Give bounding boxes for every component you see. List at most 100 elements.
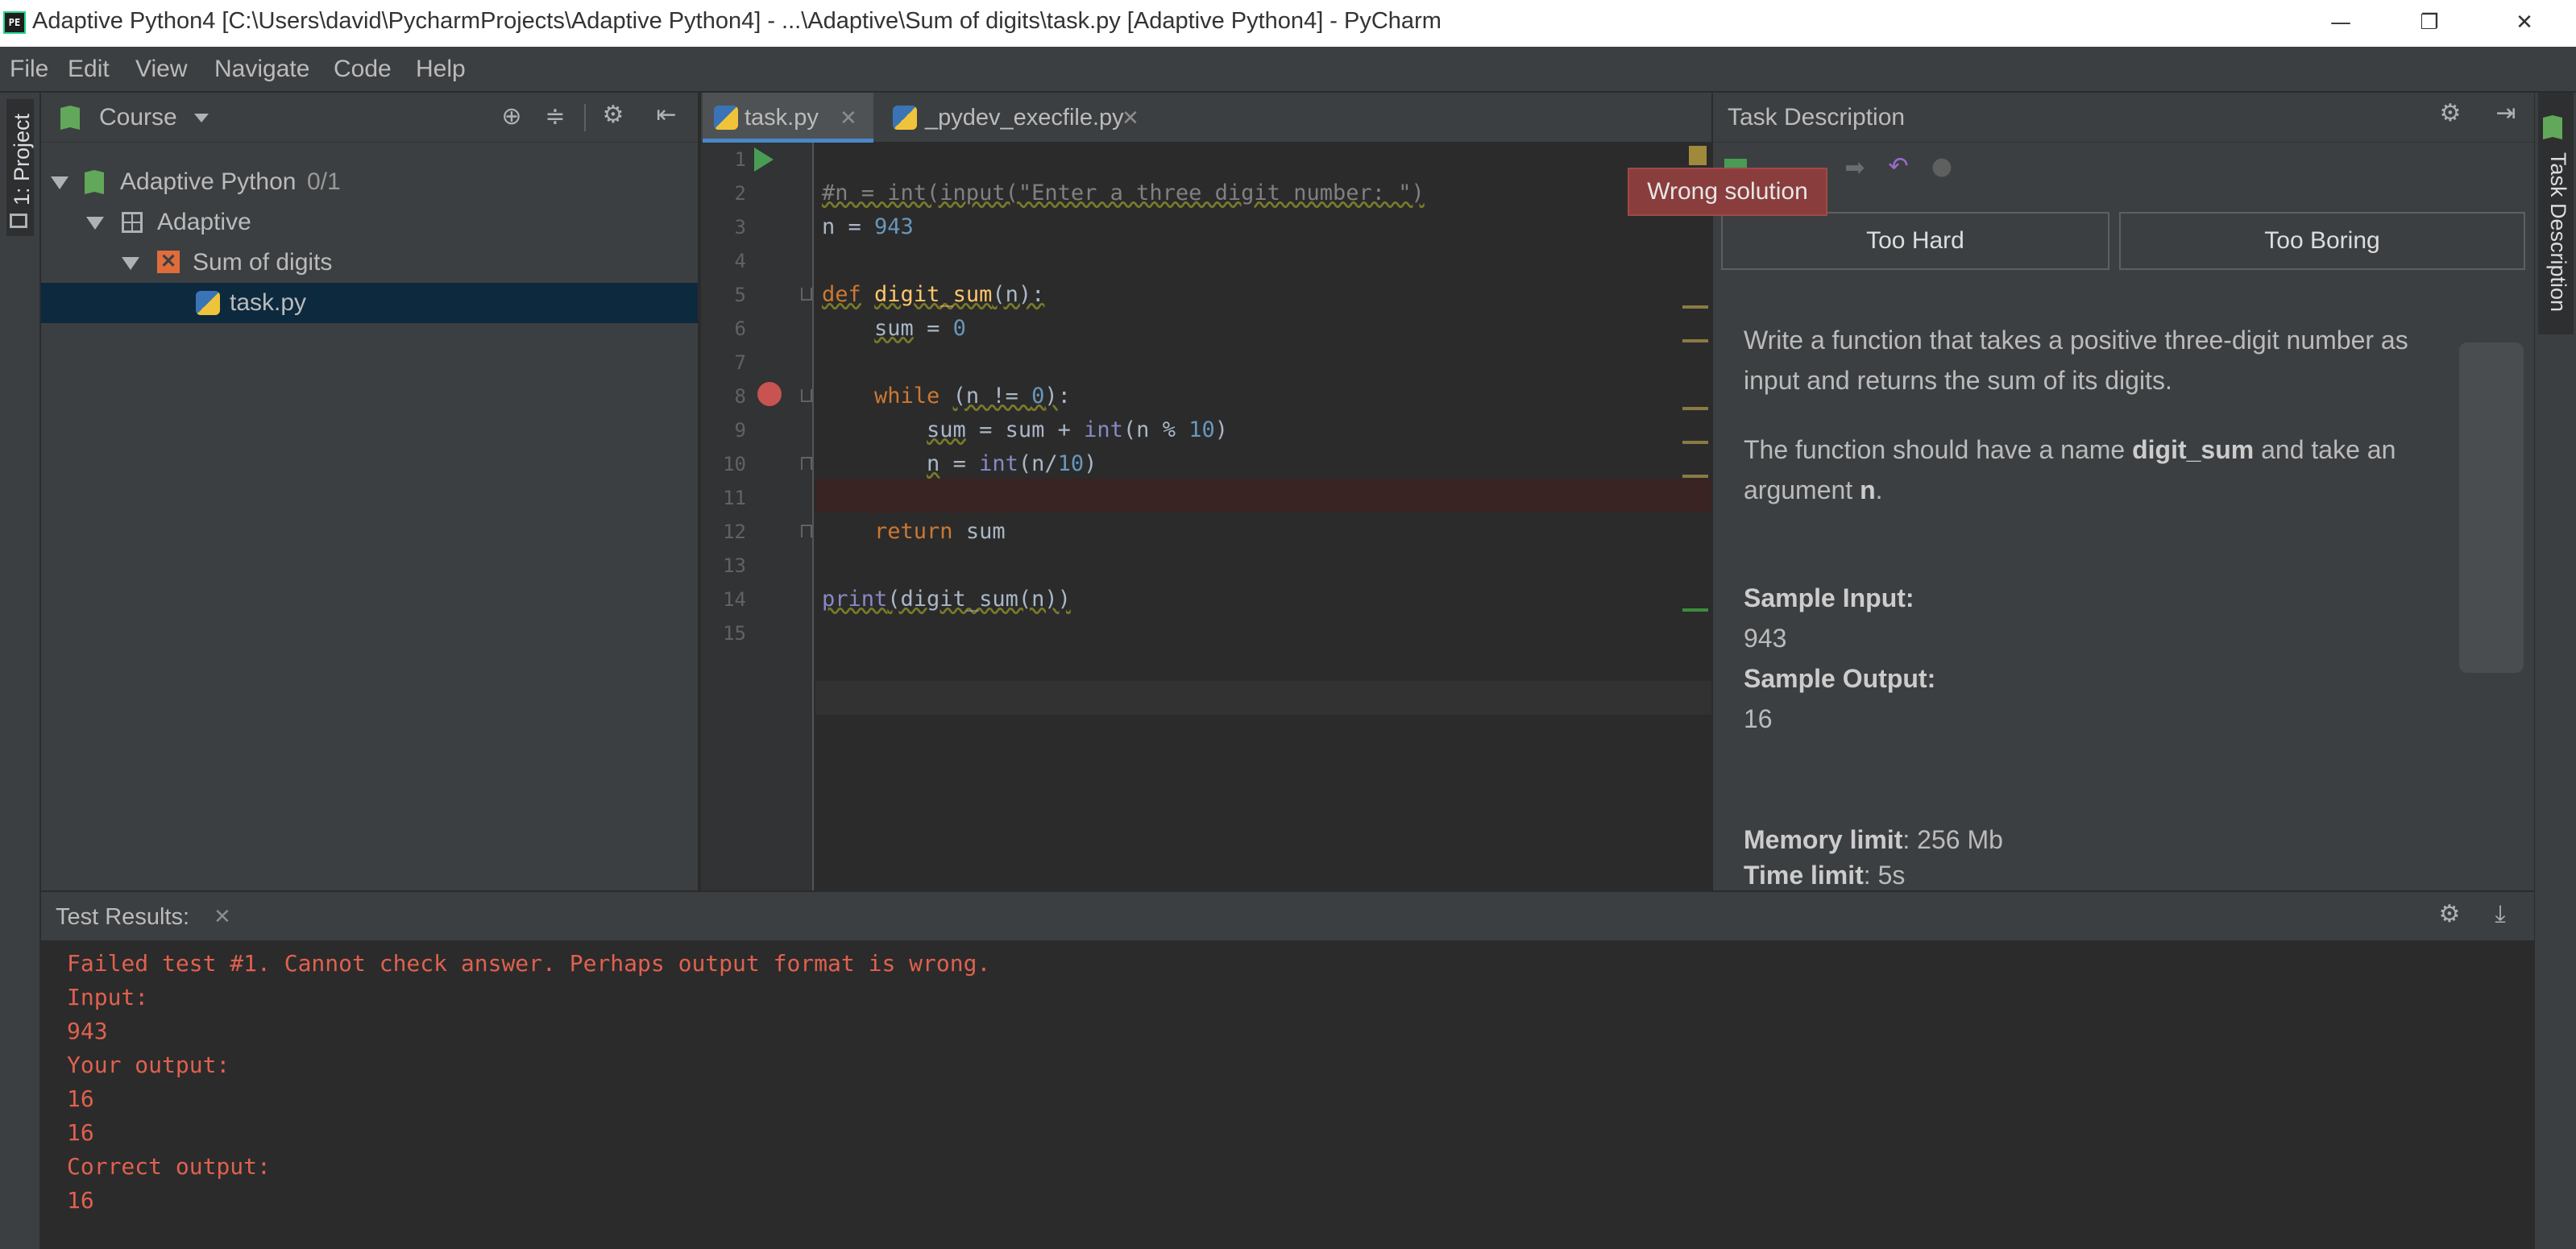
output-line: 943 <box>67 1018 108 1044</box>
fold-icon[interactable] <box>801 525 812 537</box>
fold-icon[interactable] <box>801 457 812 470</box>
chevron-down-icon[interactable] <box>194 114 209 122</box>
fold-icon[interactable] <box>801 389 812 402</box>
line-number: 5 <box>734 284 746 306</box>
editor-tab-bar: task.py ✕ _pydev_execfile.py ✕ <box>701 93 1711 143</box>
memory-limit: Memory limit: 256 Mb <box>1744 825 2003 854</box>
output-line: 16 <box>67 1085 94 1112</box>
warning-marker[interactable] <box>1682 475 1708 478</box>
breakpoint-icon[interactable] <box>757 382 782 406</box>
hide-panel-icon[interactable]: ⇥ <box>2488 99 2524 135</box>
sample-output-value: 16 <box>1744 704 1773 733</box>
tree-label-course: Adaptive Python <box>120 168 297 195</box>
code-line[interactable]: print(digit_sum(n)) <box>822 583 1071 616</box>
wrong-solution-tooltip: Wrong solution <box>1628 168 1827 216</box>
line-number: 4 <box>734 250 746 272</box>
gear-icon[interactable]: ⚙ <box>2430 99 2470 135</box>
left-tool-strip: 1: Project <box>0 93 40 1249</box>
tab-label: _pydev_execfile.py <box>925 105 1124 131</box>
line-number: 15 <box>723 622 746 645</box>
hide-panel-icon[interactable]: ⇤ <box>650 101 682 133</box>
test-results-header: Test Results: ✕ ⚙ ⤓ <box>41 890 2534 940</box>
code-line[interactable]: return sum <box>822 515 1006 549</box>
para2-prefix: The function should have a name <box>1744 435 2133 464</box>
warning-marker[interactable] <box>1682 407 1708 410</box>
warning-marker[interactable] <box>1682 339 1708 342</box>
fold-icon[interactable] <box>801 288 812 301</box>
close-tab-icon[interactable]: ✕ <box>1122 93 1139 143</box>
right-tool-strip: Task Description <box>2534 93 2576 1249</box>
project-panel-header: Course ⊕ ≑ ⚙ ⇤ <box>41 93 698 143</box>
scrollbar-thumb[interactable] <box>2459 342 2524 673</box>
test-results-title: Test Results: <box>56 904 189 930</box>
expand-arrow-icon[interactable] <box>51 176 68 189</box>
para2-end: . <box>1875 475 1883 504</box>
test-output-console[interactable]: Failed test #1. Cannot check answer. Per… <box>41 940 2534 1249</box>
line-number: 11 <box>723 487 746 509</box>
expand-arrow-icon[interactable] <box>122 257 139 270</box>
output-line: 16 <box>67 1119 94 1146</box>
hint-bulb-icon[interactable]: ● <box>1926 152 1958 185</box>
argument-name: n <box>1860 475 1876 504</box>
run-icon[interactable] <box>754 147 774 172</box>
output-line: 16 <box>67 1187 94 1214</box>
code-line[interactable]: sum = sum + int(n % 10) <box>822 413 1228 447</box>
typo-marker[interactable] <box>1682 608 1708 612</box>
project-tool-label[interactable]: 1: Project <box>10 114 35 205</box>
task-description-panel: Task Description ⚙ ⇥ ➡ ↶ ● Too Hard Too … <box>1711 93 2536 890</box>
editor-gutter[interactable]: 1 2 3 4 5 6 7 8 9 10 11 12 13 14 15 <box>701 143 814 890</box>
tree-row-file-selected[interactable]: task.py <box>41 283 698 323</box>
panel-title: Task Description <box>1728 104 1906 131</box>
tab-task-py[interactable]: task.py ✕ <box>703 93 873 143</box>
toolbar-divider <box>584 104 586 131</box>
menu-edit[interactable]: Edit <box>68 53 110 85</box>
menu-help[interactable]: Help <box>416 53 466 85</box>
menu-navigate[interactable]: Navigate <box>214 53 309 85</box>
output-line: Your output: <box>67 1052 230 1078</box>
tree-row-course[interactable]: Adaptive Python 0/1 <box>41 162 698 202</box>
collapse-all-icon[interactable]: ≑ <box>541 102 570 131</box>
breakpoint-line-highlight <box>815 479 1711 512</box>
task-description-tool-label[interactable]: Task Description <box>2545 152 2570 312</box>
menu-file[interactable]: File <box>10 53 48 85</box>
code-line[interactable]: def digit_sum(n): <box>822 278 1044 312</box>
time-limit: Time limit: 5s <box>1744 861 1906 890</box>
code-line[interactable]: while (n != 0): <box>822 380 1071 413</box>
restore-button[interactable]: ❐ <box>2409 5 2449 40</box>
code-line[interactable]: sum = 0 <box>822 312 966 346</box>
tree-row-task[interactable]: ✕ Sum of digits <box>41 243 698 283</box>
close-tab-icon[interactable]: ✕ <box>840 93 857 143</box>
warning-marker[interactable] <box>1682 441 1708 444</box>
tree-row-lesson[interactable]: Adaptive <box>41 202 698 243</box>
undo-icon[interactable]: ↶ <box>1882 152 1914 185</box>
project-view-selector[interactable]: Course <box>99 101 177 135</box>
tab-pydev-execfile[interactable]: _pydev_execfile.py ✕ <box>880 93 1154 143</box>
editor-area: task.py ✕ _pydev_execfile.py ✕ 1 2 3 4 5… <box>701 93 1711 890</box>
menu-view[interactable]: View <box>135 53 187 85</box>
inspection-status-icon[interactable] <box>1689 146 1707 165</box>
next-task-icon[interactable]: ➡ <box>1839 154 1871 186</box>
tab-label: task.py <box>745 105 819 131</box>
menu-code[interactable]: Code <box>334 53 392 85</box>
gear-icon[interactable]: ⚙ <box>2429 900 2470 934</box>
hide-panel-icon[interactable]: ⤓ <box>2484 900 2516 934</box>
code-line[interactable]: n = 943 <box>822 210 914 244</box>
python-file-icon <box>714 106 738 130</box>
code-line[interactable]: n = int(n/10) <box>822 447 1097 481</box>
minimize-button[interactable]: — <box>2321 5 2361 40</box>
close-button[interactable]: ✕ <box>2504 5 2545 40</box>
python-file-icon <box>196 291 220 315</box>
clipped-area: Time limit: 5s <box>1713 855 2536 890</box>
sample-input-value: 943 <box>1744 624 1787 653</box>
close-icon[interactable]: ✕ <box>214 900 231 934</box>
expand-arrow-icon[interactable] <box>86 217 104 230</box>
locate-icon[interactable]: ⊕ <box>497 102 526 131</box>
gear-icon[interactable]: ⚙ <box>597 101 629 133</box>
too-hard-button[interactable]: Too Hard <box>1721 212 2109 270</box>
line-number: 12 <box>723 521 746 543</box>
folder-icon <box>10 214 27 228</box>
code-line[interactable]: #n = int(input("Enter a three digit numb… <box>822 176 1425 210</box>
too-boring-button[interactable]: Too Boring <box>2119 212 2525 270</box>
line-number: 10 <box>723 453 746 475</box>
warning-marker[interactable] <box>1682 305 1708 309</box>
